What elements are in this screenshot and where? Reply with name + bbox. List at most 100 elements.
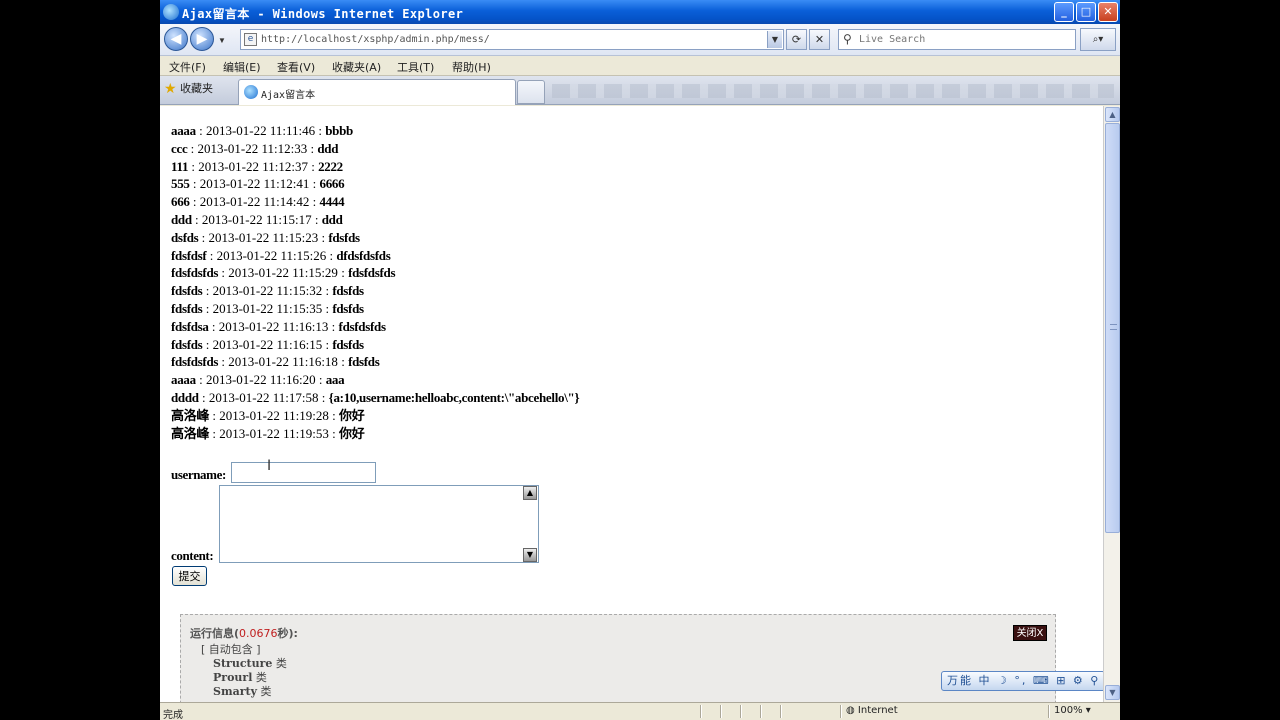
message-time: 2013-01-22 11:15:23 <box>208 229 319 245</box>
message-user: aaaa <box>171 123 196 138</box>
menu-help[interactable]: 帮助(H) <box>452 59 491 75</box>
status-divider <box>760 705 762 718</box>
close-window-button[interactable]: ✕ <box>1098 2 1118 22</box>
message-user: fdsfdsfds <box>171 354 219 370</box>
menu-tools[interactable]: 工具(T) <box>397 59 434 75</box>
zoom-label: 100% <box>1054 705 1083 716</box>
textarea-scroll-down-icon[interactable]: ▼ <box>523 548 537 562</box>
title-bar[interactable]: Ajax留言本 - Windows Internet Explorer _ □ … <box>160 0 1120 24</box>
status-divider <box>840 705 842 718</box>
menu-edit[interactable]: 编辑(E) <box>223 59 261 75</box>
message-user: fdsfdsf <box>171 247 207 263</box>
message-time: 2013-01-22 11:15:29 <box>228 265 338 281</box>
message-row: 666 : 2013-01-22 11:14:42 : 4444 <box>171 194 345 210</box>
message-user: fdsfds <box>171 336 203 352</box>
security-zone[interactable]: ◍ Internet <box>846 705 898 716</box>
menu-view[interactable]: 查看(V) <box>277 59 315 75</box>
message-row: ddd : 2013-01-22 11:15:17 : ddd <box>171 211 343 227</box>
address-input[interactable] <box>261 30 771 49</box>
tab-bar: ★ 收藏夹 Ajax留言本 <box>160 76 1120 105</box>
stop-icon: ✕ <box>814 33 825 46</box>
message-time: 2013-01-22 11:12:33 <box>197 140 308 156</box>
history-dropdown-icon[interactable]: ▼ <box>218 36 226 45</box>
message-content: fdsfdsfds <box>348 265 396 281</box>
message-time: 2013-01-22 11:16:20 <box>205 372 316 388</box>
forward-button[interactable]: ▶ <box>190 27 214 51</box>
message-time: 2013-01-22 11:16:18 <box>228 354 338 370</box>
search-button[interactable]: ⌕▾ <box>1080 28 1116 51</box>
message-user: fdsfds <box>171 300 203 316</box>
address-bar[interactable]: e ▼ <box>240 29 784 50</box>
zone-label: Internet <box>857 705 898 716</box>
trace-class-item: Smarty 类 <box>213 683 271 699</box>
stop-button[interactable]: ✕ <box>809 29 830 50</box>
message-row: fdsfdsfds : 2013-01-22 11:15:29 : fdsfds… <box>171 265 396 281</box>
vertical-scrollbar[interactable]: ▲ ▼ <box>1103 106 1120 702</box>
message-content: bbbb <box>325 123 353 138</box>
message-user: 111 <box>171 158 189 174</box>
favorites-button[interactable]: ★ 收藏夹 <box>164 80 213 100</box>
scroll-up-icon[interactable]: ▲ <box>1105 107 1120 122</box>
status-divider <box>700 705 702 718</box>
message-user: ddd <box>171 211 192 227</box>
message-row: fdsfds : 2013-01-22 11:16:15 : fdsfds <box>171 336 364 352</box>
message-user: 高洛峰 <box>171 425 210 441</box>
ie-logo-icon <box>163 4 179 20</box>
message-row: aaaa : 2013-01-22 11:11:46 : bbbb <box>171 123 353 138</box>
message-user: fdsfds <box>171 283 203 299</box>
menu-file[interactable]: 文件(F) <box>169 59 206 75</box>
trace-close-button[interactable]: 关闭X <box>1013 625 1047 641</box>
page-icon: e <box>244 33 257 46</box>
zoom-level[interactable]: 100% ▾ <box>1054 705 1091 716</box>
message-time: 2013-01-22 11:15:26 <box>216 247 327 263</box>
ie-page-icon <box>244 85 258 99</box>
new-tab-button[interactable] <box>517 80 545 104</box>
scroll-down-icon[interactable]: ▼ <box>1105 685 1120 700</box>
window-title: Ajax留言本 - Windows Internet Explorer <box>182 7 464 21</box>
message-row: 555 : 2013-01-22 11:12:41 : 6666 <box>171 176 345 192</box>
message-time: 2013-01-22 11:11:46 <box>205 123 316 138</box>
address-dropdown-icon[interactable]: ▼ <box>767 31 782 48</box>
trace-class-suffix: 类 <box>275 657 287 670</box>
message-row: fdsfds : 2013-01-22 11:15:32 : fdsfds <box>171 283 364 299</box>
tab-ajax-guestbook[interactable]: Ajax留言本 <box>238 79 516 105</box>
submit-button[interactable]: 提交 <box>172 566 207 586</box>
message-time: 2013-01-22 11:19:28 <box>219 407 329 423</box>
message-row: ccc : 2013-01-22 11:12:33 : ddd <box>171 140 339 156</box>
message-content: 2222 <box>318 158 343 174</box>
message-content: fdsfdsfds <box>338 318 386 334</box>
maximize-button[interactable]: □ <box>1076 2 1096 22</box>
scroll-thumb[interactable] <box>1105 123 1120 533</box>
star-icon: ★ <box>164 81 177 97</box>
status-divider <box>1048 705 1050 718</box>
back-arrow-icon: ◀ <box>170 31 182 47</box>
menu-favorites[interactable]: 收藏夹(A) <box>332 59 381 75</box>
refresh-button[interactable]: ⟳ <box>786 29 807 50</box>
search-input[interactable] <box>859 30 1069 49</box>
message-row: dsfds : 2013-01-22 11:15:23 : fdsfds <box>171 229 360 245</box>
command-bar[interactable] <box>552 84 1114 98</box>
message-row: fdsfdsa : 2013-01-22 11:16:13 : fdsfdsfd… <box>171 318 386 334</box>
message-time: 2013-01-22 11:16:13 <box>218 318 329 334</box>
message-time: 2013-01-22 11:16:15 <box>212 336 323 352</box>
message-content: 4444 <box>319 194 345 210</box>
refresh-icon: ⟳ <box>791 33 802 46</box>
menu-bar: 文件(F) 编辑(E) 查看(V) 收藏夹(A) 工具(T) 帮助(H) <box>160 56 1120 76</box>
minimize-button[interactable]: _ <box>1054 2 1074 22</box>
ime-toolbar[interactable]: 万能 中 ☽ °, ⌨ ⊞ ⚙ ⚲ <box>941 671 1103 691</box>
trace-time: 0.0676 <box>239 627 278 640</box>
tab-label: Ajax留言本 <box>261 90 316 101</box>
message-content: fdsfds <box>332 283 364 299</box>
grip-icon <box>1110 324 1117 330</box>
message-row: 高洛峰 : 2013-01-22 11:19:28 : 你好 <box>171 407 365 423</box>
page-content: aaaa : 2013-01-22 11:11:46 : bbbb ccc : 2… <box>160 106 1103 702</box>
browser-window: Ajax留言本 - Windows Internet Explorer _ □ … <box>160 0 1120 720</box>
back-button[interactable]: ◀ <box>164 27 188 51</box>
status-bar: 完成 ◍ Internet 100% ▾ <box>160 702 1120 720</box>
content-textarea[interactable] <box>219 485 539 563</box>
search-box[interactable]: ⚲ <box>838 29 1076 50</box>
message-user: fdsfdsa <box>171 318 209 334</box>
status-divider <box>720 705 722 718</box>
username-input[interactable] <box>231 462 376 483</box>
textarea-scroll-up-icon[interactable]: ▲ <box>523 486 537 500</box>
